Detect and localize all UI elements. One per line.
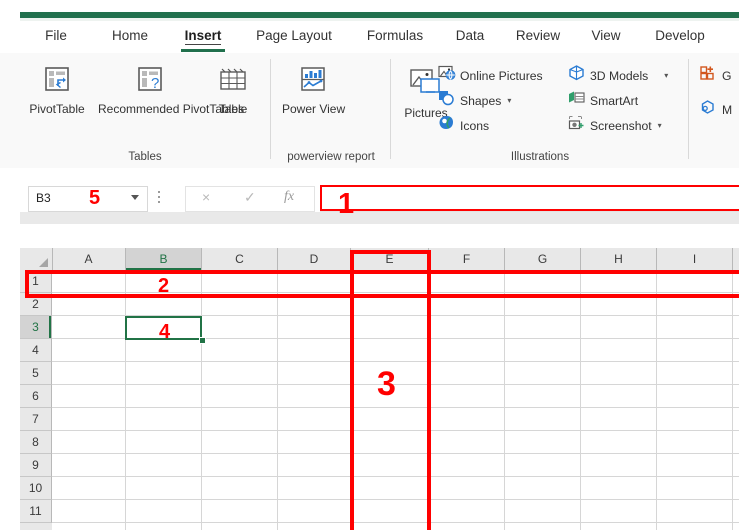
annotation-label-1: 1 xyxy=(338,188,355,220)
annotation-1-box-bottom xyxy=(320,209,739,211)
annotation-2-row-left xyxy=(25,270,29,298)
annotation-3-col-top xyxy=(350,250,431,254)
annotation-3-col-right xyxy=(427,250,431,530)
annotation-3-col-left xyxy=(350,250,354,530)
annotation-1-box-top xyxy=(320,185,739,187)
annotation-label-2: 2 xyxy=(158,275,170,297)
annotation-2-row-bottom xyxy=(25,294,739,298)
annotation-2-row-top xyxy=(25,270,739,274)
annotation-label-5: 5 xyxy=(89,187,101,209)
annotation-label-4: 4 xyxy=(159,321,171,343)
annotation-1-box-left xyxy=(320,186,322,211)
annotation-label-3: 3 xyxy=(377,365,396,403)
excel-window: File Home Insert Page Layout Formulas Da… xyxy=(0,0,739,530)
annotation-overlay: 1 2 3 4 5 xyxy=(0,0,739,530)
